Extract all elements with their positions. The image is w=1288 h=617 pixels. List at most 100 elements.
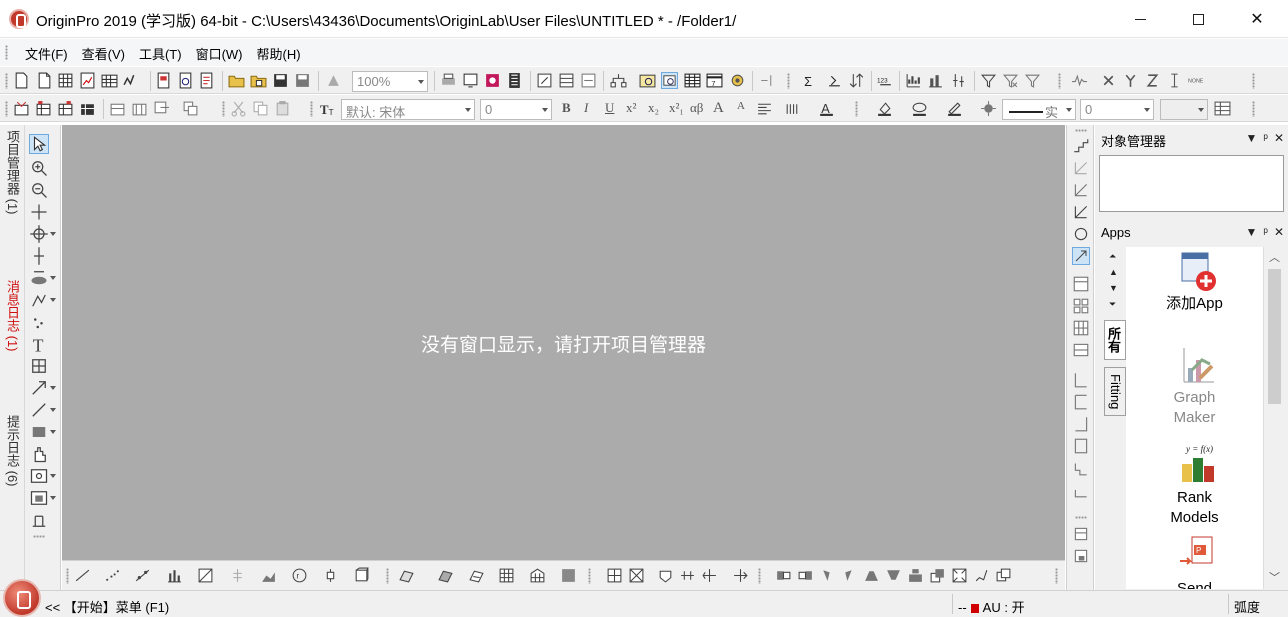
flip-icon[interactable]	[1072, 203, 1090, 221]
start-menu-button[interactable]	[3, 579, 41, 617]
underline-button[interactable]: U	[605, 100, 614, 116]
fit-page-icon[interactable]	[951, 567, 968, 584]
toolbar-grip[interactable]	[855, 101, 858, 117]
statistical-graph-icon[interactable]	[197, 567, 214, 584]
paste-icon[interactable]	[274, 100, 291, 117]
axis-right-icon[interactable]	[1072, 415, 1090, 433]
line-symbol-graph-icon[interactable]	[134, 567, 151, 584]
chevron-down-icon[interactable]: ﹀	[1269, 569, 1280, 585]
import-database-icon[interactable]	[131, 100, 148, 117]
tab-project-explorer[interactable]: 项目管理器 (1)	[3, 130, 21, 215]
results-log-icon[interactable]	[639, 72, 656, 89]
zoom-in-tool-icon[interactable]	[29, 158, 49, 178]
calendar-icon[interactable]: 7	[706, 72, 723, 89]
contour-icon[interactable]	[560, 567, 577, 584]
superscript-button[interactable]: x²	[626, 100, 636, 116]
axis-left-icon[interactable]	[1072, 371, 1090, 389]
pattern-icon[interactable]	[911, 100, 928, 117]
grid-3x2-icon[interactable]	[1072, 319, 1090, 337]
cycle-icon[interactable]	[1072, 225, 1090, 243]
axis-step-icon[interactable]	[1072, 459, 1090, 477]
font-size-combo[interactable]: 0	[480, 99, 552, 120]
toolbar-grip[interactable]	[310, 101, 313, 117]
toolbar-grip[interactable]	[5, 73, 8, 89]
import-excel-icon[interactable]	[57, 100, 74, 117]
add-column-icon[interactable]	[758, 72, 775, 89]
zoom-out-tool-icon[interactable]	[29, 180, 49, 200]
region-selector-icon[interactable]	[29, 290, 49, 310]
scroll-top-icon[interactable]: ⏶	[1109, 251, 1116, 262]
grid-stack-icon[interactable]	[1072, 341, 1090, 359]
heatmap-icon[interactable]	[498, 567, 515, 584]
worksheet-grid-icon[interactable]	[1214, 100, 1231, 117]
annotation-tool-icon[interactable]	[29, 356, 49, 376]
refresh-icon[interactable]	[462, 72, 479, 89]
au-status-value[interactable]: AU : 开	[983, 600, 1025, 615]
chevron-down-icon[interactable]	[50, 474, 56, 478]
app-add-app[interactable]: 添加App	[1126, 247, 1263, 337]
3d-surface-icon[interactable]	[398, 567, 415, 584]
scroll-up-icon[interactable]: ▲	[1109, 267, 1118, 277]
pointer-tool-icon[interactable]	[29, 134, 49, 154]
origin-logo-icon[interactable]	[9, 9, 29, 29]
tab-messages-log[interactable]: 消息日志 (1)	[3, 280, 21, 352]
set-column-values-icon[interactable]: 123	[877, 72, 894, 89]
panel-menu-icon[interactable]: ▼	[1246, 225, 1258, 239]
line-width-combo[interactable]: 0	[1080, 99, 1154, 120]
increase-font-button[interactable]: A	[713, 100, 724, 117]
fill-color-icon[interactable]	[876, 100, 893, 117]
menu-window[interactable]: 窗口(W)	[189, 44, 250, 63]
code-builder-icon[interactable]	[536, 72, 553, 89]
fill-area-icon[interactable]	[260, 567, 277, 584]
table-borders-icon[interactable]	[784, 100, 801, 117]
3d-wire-icon[interactable]	[437, 567, 454, 584]
box-plot-icon[interactable]	[950, 72, 967, 89]
3d-contour-icon[interactable]	[468, 567, 485, 584]
messages-log-icon[interactable]	[661, 72, 678, 89]
line-color-icon[interactable]	[946, 100, 963, 117]
data-selector-icon[interactable]	[29, 268, 49, 288]
scale-tool-icon[interactable]	[29, 202, 49, 222]
column-graph-icon[interactable]	[166, 567, 183, 584]
tab-fitting[interactable]: Fitting	[1104, 367, 1126, 417]
lock-position-icon[interactable]	[1072, 247, 1090, 265]
layer-tilt-icon[interactable]	[841, 567, 858, 584]
text-tool-icon[interactable]: T	[29, 334, 49, 356]
cut-icon[interactable]	[230, 100, 247, 117]
mask-points-icon[interactable]	[29, 312, 49, 332]
area-graph-icon[interactable]	[229, 567, 246, 584]
layer-right-icon[interactable]	[797, 567, 814, 584]
import-ascii-icon[interactable]	[79, 100, 96, 117]
hand-tool-icon[interactable]	[29, 444, 49, 464]
new-folder-icon[interactable]	[36, 72, 53, 89]
app-rank-models[interactable]: y = f(x) Rank Models	[1126, 442, 1263, 532]
3d-graph-icon[interactable]	[353, 567, 370, 584]
layer-left-icon[interactable]	[775, 567, 792, 584]
statistics-icon[interactable]	[826, 72, 843, 89]
menu-file[interactable]: 文件(F)	[18, 44, 75, 63]
close-icon[interactable]: ✕	[1274, 225, 1284, 239]
save-icon[interactable]	[272, 72, 289, 89]
pin-icon[interactable]: ᵖ	[1263, 225, 1268, 239]
new-notes-icon[interactable]	[198, 72, 215, 89]
menu-tools[interactable]: 工具(T)	[132, 44, 189, 63]
print-icon[interactable]	[440, 72, 457, 89]
batch-process-icon[interactable]	[182, 100, 199, 117]
apps-scrollbar[interactable]: ︿ ﹀	[1263, 247, 1284, 589]
symbol-icon[interactable]	[980, 100, 997, 117]
toolbar-grip[interactable]	[1075, 129, 1087, 132]
remove-filter-icon[interactable]	[1002, 72, 1019, 89]
set-y-icon[interactable]	[1122, 72, 1139, 89]
film-icon[interactable]	[506, 72, 523, 89]
swap-axes-icon[interactable]	[701, 567, 718, 584]
toolbar-grip[interactable]	[1252, 101, 1255, 117]
italic-button[interactable]: I	[584, 100, 588, 116]
scroll-bottom-icon[interactable]: ⏷	[1109, 299, 1116, 310]
set-x-icon[interactable]	[1100, 72, 1117, 89]
toolbar-grip[interactable]	[1055, 568, 1058, 584]
chevron-down-icon[interactable]	[50, 386, 56, 390]
bold-button[interactable]: B	[562, 100, 571, 116]
recalculate-icon[interactable]	[325, 72, 342, 89]
scroll-thumb[interactable]	[1268, 269, 1281, 404]
align-axes-icon[interactable]	[679, 567, 696, 584]
